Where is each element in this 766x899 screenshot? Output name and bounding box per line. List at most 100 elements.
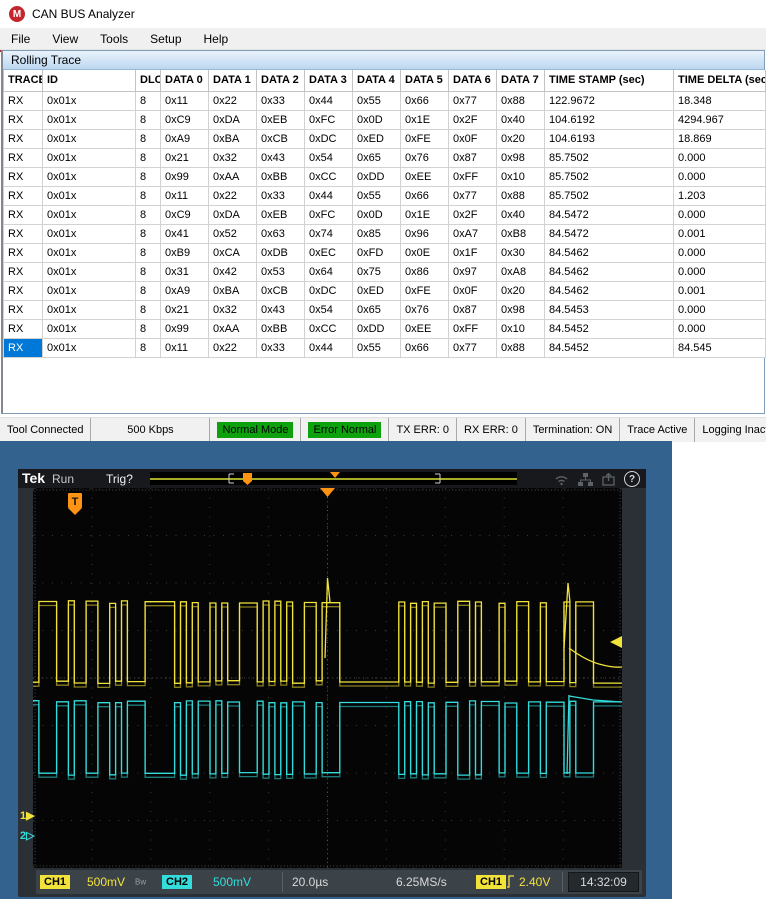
- table-cell[interactable]: 0x40: [497, 110, 545, 129]
- table-cell[interactable]: 0x52: [209, 224, 257, 243]
- table-cell[interactable]: RX: [4, 243, 43, 262]
- table-cell[interactable]: 0x01x: [43, 262, 136, 281]
- ch1-badge[interactable]: CH1: [40, 875, 70, 889]
- table-cell[interactable]: 85.7502: [545, 148, 674, 167]
- table-cell[interactable]: 0x0D: [353, 110, 401, 129]
- table-cell[interactable]: RX: [4, 205, 43, 224]
- table-cell[interactable]: 0x65: [353, 148, 401, 167]
- table-cell[interactable]: 0xBA: [209, 129, 257, 148]
- table-cell[interactable]: 0xCA: [209, 243, 257, 262]
- table-cell[interactable]: 0.000: [674, 262, 766, 281]
- table-cell[interactable]: RX: [4, 319, 43, 338]
- table-cell[interactable]: 0x76: [401, 300, 449, 319]
- table-cell[interactable]: 0xEE: [401, 319, 449, 338]
- table-cell[interactable]: 0x65: [353, 300, 401, 319]
- table-cell[interactable]: RX: [4, 91, 43, 110]
- table-cell[interactable]: 0x01x: [43, 205, 136, 224]
- column-header[interactable]: DATA 2: [257, 70, 305, 91]
- menu-setup[interactable]: Setup: [139, 30, 192, 48]
- ch2-badge[interactable]: CH2: [162, 875, 192, 889]
- table-cell[interactable]: 0.000: [674, 243, 766, 262]
- table-cell[interactable]: 0xBA: [209, 281, 257, 300]
- table-cell[interactable]: 0x53: [257, 262, 305, 281]
- table-cell[interactable]: 84.5472: [545, 224, 674, 243]
- table-cell[interactable]: 0x43: [257, 148, 305, 167]
- table-cell[interactable]: 0x43: [257, 300, 305, 319]
- table-cell[interactable]: 85.7502: [545, 167, 674, 186]
- table-cell[interactable]: 0xFE: [401, 281, 449, 300]
- table-cell[interactable]: 0x75: [353, 262, 401, 281]
- table-cell[interactable]: 0x01x: [43, 338, 136, 357]
- table-cell[interactable]: 8: [136, 129, 161, 148]
- table-cell[interactable]: 0x99: [161, 167, 209, 186]
- table-cell[interactable]: 84.545: [674, 338, 766, 357]
- table-cell[interactable]: 84.5452: [545, 338, 674, 357]
- table-cell[interactable]: 0x88: [497, 91, 545, 110]
- table-cell[interactable]: 0.001: [674, 224, 766, 243]
- table-cell[interactable]: 0xA9: [161, 129, 209, 148]
- table-cell[interactable]: 122.9672: [545, 91, 674, 110]
- table-cell[interactable]: 0x1F: [449, 243, 497, 262]
- table-cell[interactable]: 0x22: [209, 91, 257, 110]
- table-cell[interactable]: 0x01x: [43, 281, 136, 300]
- table-cell[interactable]: 0xEC: [305, 243, 353, 262]
- table-cell[interactable]: 0.000: [674, 300, 766, 319]
- table-cell[interactable]: 0x11: [161, 186, 209, 205]
- table-cell[interactable]: 0x64: [305, 262, 353, 281]
- table-cell[interactable]: 0xB8: [497, 224, 545, 243]
- menu-help[interactable]: Help: [193, 30, 240, 48]
- table-cell[interactable]: 84.5453: [545, 300, 674, 319]
- table-cell[interactable]: 0xAA: [209, 319, 257, 338]
- table-cell[interactable]: 1.203: [674, 186, 766, 205]
- table-cell[interactable]: 0xFD: [353, 243, 401, 262]
- table-cell[interactable]: 8: [136, 243, 161, 262]
- table-cell[interactable]: 0x22: [209, 186, 257, 205]
- table-cell[interactable]: 18.869: [674, 129, 766, 148]
- table-cell[interactable]: 0x86: [401, 262, 449, 281]
- table-cell[interactable]: 0x32: [209, 148, 257, 167]
- table-cell[interactable]: 0xCB: [257, 129, 305, 148]
- table-cell[interactable]: RX: [4, 129, 43, 148]
- table-cell[interactable]: 0x44: [305, 338, 353, 357]
- table-cell[interactable]: 0x01x: [43, 224, 136, 243]
- table-cell[interactable]: 8: [136, 262, 161, 281]
- save-export-icon[interactable]: [602, 473, 615, 486]
- table-cell[interactable]: 18.348: [674, 91, 766, 110]
- table-cell[interactable]: 0xA9: [161, 281, 209, 300]
- column-header[interactable]: DATA 6: [449, 70, 497, 91]
- table-cell[interactable]: 0x1E: [401, 110, 449, 129]
- table-cell[interactable]: 0x20: [497, 281, 545, 300]
- table-cell[interactable]: 8: [136, 338, 161, 357]
- column-header[interactable]: DATA 7: [497, 70, 545, 91]
- table-cell[interactable]: 0xDB: [257, 243, 305, 262]
- microchip-logo-icon[interactable]: M: [9, 6, 25, 22]
- table-cell[interactable]: 8: [136, 300, 161, 319]
- table-cell[interactable]: 0xA8: [497, 262, 545, 281]
- table-cell[interactable]: 0x55: [353, 338, 401, 357]
- table-cell[interactable]: 0x66: [401, 186, 449, 205]
- table-cell[interactable]: 8: [136, 91, 161, 110]
- table-cell[interactable]: 0.000: [674, 148, 766, 167]
- table-cell[interactable]: 8: [136, 224, 161, 243]
- table-cell[interactable]: 0x11: [161, 91, 209, 110]
- ch1-ground-marker[interactable]: 1▶: [20, 810, 35, 822]
- table-cell[interactable]: 0x85: [353, 224, 401, 243]
- table-cell[interactable]: 0xFF: [449, 167, 497, 186]
- table-cell[interactable]: 0x44: [305, 186, 353, 205]
- table-cell[interactable]: 0x01x: [43, 319, 136, 338]
- table-cell[interactable]: 8: [136, 319, 161, 338]
- table-cell[interactable]: 84.5462: [545, 262, 674, 281]
- table-cell[interactable]: 0x41: [161, 224, 209, 243]
- table-cell[interactable]: 0x0E: [401, 243, 449, 262]
- table-cell[interactable]: 8: [136, 281, 161, 300]
- table-cell[interactable]: 0xED: [353, 129, 401, 148]
- table-cell[interactable]: 0.000: [674, 205, 766, 224]
- table-cell[interactable]: 0x30: [497, 243, 545, 262]
- table-cell[interactable]: 84.5452: [545, 319, 674, 338]
- table-cell[interactable]: RX: [4, 167, 43, 186]
- table-cell[interactable]: 0x99: [161, 319, 209, 338]
- table-cell[interactable]: 0x40: [497, 205, 545, 224]
- column-header[interactable]: DATA 0: [161, 70, 209, 91]
- table-cell[interactable]: 0x98: [497, 300, 545, 319]
- table-cell[interactable]: 0.001: [674, 281, 766, 300]
